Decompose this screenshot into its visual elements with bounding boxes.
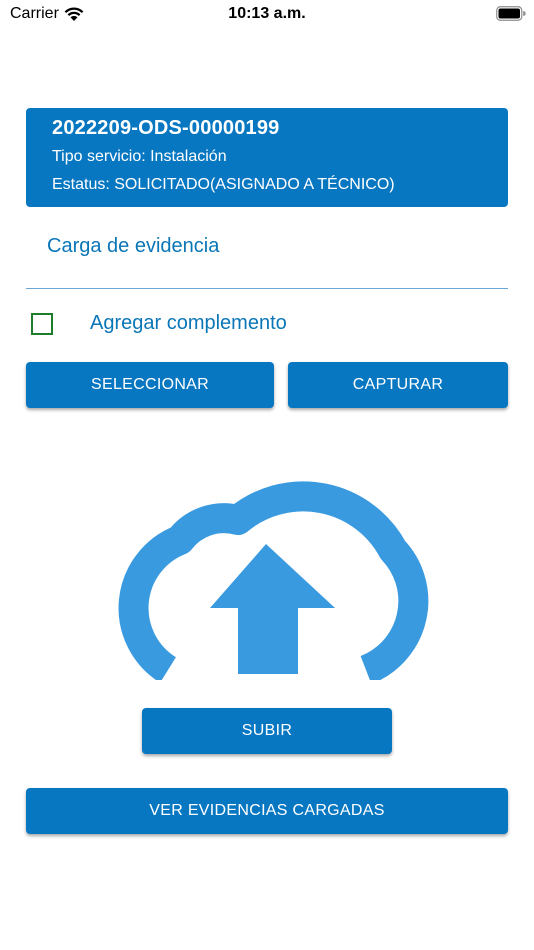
upload-button[interactable]: SUBIR — [142, 708, 392, 754]
service-type: Tipo servicio: Instalación — [52, 148, 227, 165]
view-uploaded-evidence-button[interactable]: VER EVIDENCIAS CARGADAS — [26, 788, 508, 834]
divider — [26, 288, 508, 289]
add-complement-label: Agregar complemento — [90, 312, 287, 334]
select-button[interactable]: SELECCIONAR — [26, 362, 274, 408]
capture-button[interactable]: CAPTURAR — [288, 362, 508, 408]
status-bar: Carrier 10:13 a.m. — [0, 0, 534, 28]
battery-icon — [496, 6, 526, 21]
order-status: Estatus: SOLICITADO(ASIGNADO A TÉCNICO) — [52, 176, 395, 193]
order-id: 2022209-ODS-00000199 — [52, 117, 280, 139]
add-complement-row[interactable]: Agregar complemento — [26, 310, 426, 338]
cloud-upload-icon — [118, 481, 429, 680]
order-info-card: 2022209-ODS-00000199 Tipo servicio: Inst… — [26, 108, 508, 207]
clock: 10:13 a.m. — [228, 5, 306, 22]
add-complement-checkbox[interactable] — [31, 313, 53, 335]
section-title: Carga de evidencia — [47, 235, 220, 257]
